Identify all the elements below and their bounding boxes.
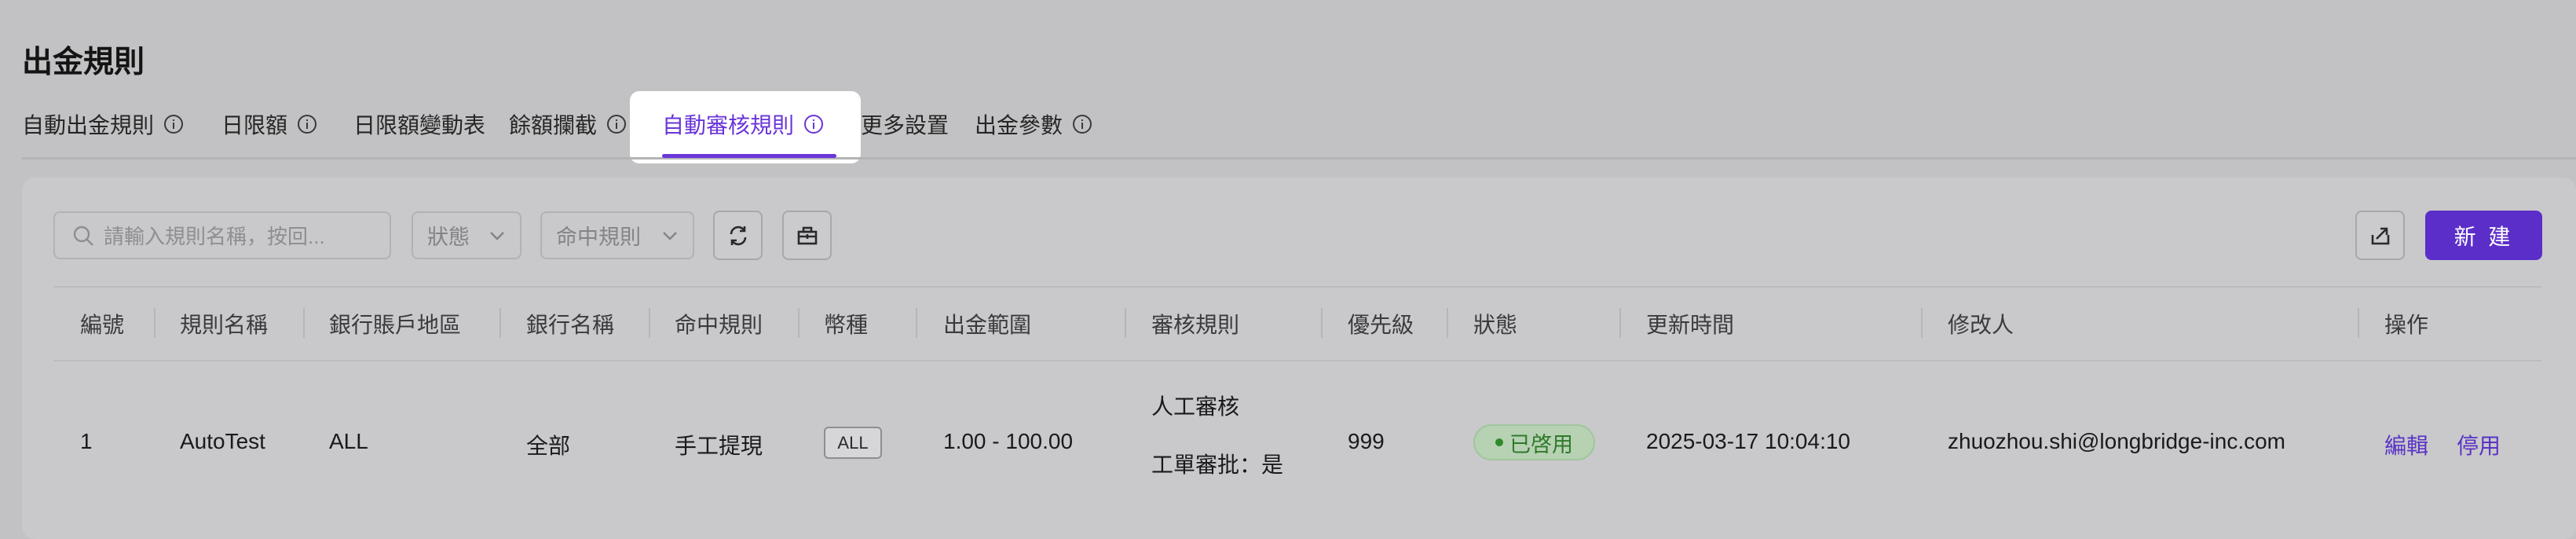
cell-id: 1 [80,429,93,453]
table-top-border [53,286,2541,288]
status-dropdown[interactable]: 狀態 [412,211,521,259]
new-rule-button[interactable]: 新 建 [2425,211,2542,260]
column-header-name: 規則名稱 [180,313,269,337]
column-divider [1125,308,1126,338]
status-badge: 已啓用 [1473,424,1595,460]
chevron-down-icon [490,231,504,240]
info-icon [1073,115,1092,134]
column-header-hit-rule: 命中規則 [675,313,763,337]
tab-withdrawal-params[interactable]: 出金參數 [975,108,1092,140]
cell-review-rule-line2: 工單審批：是 [1151,453,1284,477]
column-divider [798,308,800,338]
info-icon [164,115,184,134]
column-divider [303,308,305,338]
column-header-bank: 銀行名稱 [526,313,615,337]
cell-name: AutoTest [180,429,265,453]
tab-label: 自動出金規則 [22,113,155,138]
tab-label: 出金參數 [975,113,1063,138]
column-divider [649,308,650,338]
column-divider [1447,308,1448,338]
column-header-priority: 優先級 [1348,313,1414,337]
column-divider [1619,308,1621,338]
table-header-border [53,360,2541,361]
disable-link[interactable]: 停用 [2457,429,2501,460]
hit-rule-dropdown-label: 命中規則 [556,226,641,249]
cell-region: ALL [329,429,368,453]
column-divider [1921,308,1923,338]
column-header-region: 銀行賬戶地區 [329,313,462,337]
cell-priority: 999 [1348,429,1385,453]
column-divider [916,308,917,338]
column-divider [154,308,156,338]
content-panel [22,178,2576,539]
status-label: 已啓用 [1509,432,1573,456]
refresh-icon [730,226,746,245]
column-divider [1321,308,1323,338]
column-divider [2358,308,2359,338]
toolbox-button[interactable] [782,211,832,260]
column-divider [499,308,501,338]
edit-link[interactable]: 編輯 [2384,429,2428,460]
tab-auto-review-rules[interactable]: 自動審核規則 [662,108,824,140]
column-header-id: 編號 [80,313,125,337]
cell-updated: 2025-03-17 10:04:10 [1646,429,1850,453]
tab-auto-withdrawal-rules[interactable]: 自動出金規則 [22,108,184,140]
search-input[interactable]: 請輸入規則名稱，按回... [53,211,391,259]
info-icon [804,115,824,134]
tab-label: 日限額 [221,113,288,138]
toolbox-icon [797,226,817,244]
status-dot [1495,438,1503,446]
status-dropdown-label: 狀態 [427,226,470,249]
refresh-button[interactable] [713,211,763,260]
tab-label: 日限額變動表 [353,113,486,138]
column-header-modifier: 修改人 [1948,313,2014,337]
cell-modifier: zhuozhou.shi@longbridge-inc.com [1948,429,2285,453]
column-header-actions: 操作 [2384,313,2429,337]
tab-label: 更多設置 [861,113,950,138]
column-header-updated: 更新時間 [1646,313,1735,337]
column-header-range: 出金範圍 [943,313,1032,337]
tab-active-underline [662,154,836,158]
export-button[interactable] [2355,211,2405,260]
tab-label: 自動審核規則 [662,113,795,138]
chevron-down-icon [663,231,677,240]
currency-tag: ALL [824,427,882,459]
tab-daily-limit[interactable]: 日限額 [221,108,317,140]
info-icon [607,115,627,134]
search-icon [73,226,93,246]
tab-label: 餘額攔截 [509,113,598,138]
search-placeholder: 請輸入規則名稱，按回... [104,225,325,248]
page-title: 出金規則 [22,46,145,79]
info-icon [298,115,317,134]
cell-bank: 全部 [526,434,571,458]
column-header-currency: 幣種 [824,313,869,337]
export-icon [2371,227,2389,244]
tabs-divider [22,157,2576,160]
hit-rule-dropdown[interactable]: 命中規則 [540,211,694,259]
column-header-review-rule: 審核規則 [1151,313,1240,337]
cell-hit-rule: 手工提現 [675,434,763,458]
tab-daily-limit-changes[interactable]: 日限額變動表 [353,108,485,140]
tab-more-settings[interactable]: 更多設置 [861,108,949,140]
cell-range: 1.00 - 100.00 [943,429,1074,453]
tab-balance-intercept[interactable]: 餘額攔截 [509,108,627,140]
column-header-status: 狀態 [1473,313,1518,337]
cell-review-rule-line1: 人工審核 [1151,394,1240,419]
